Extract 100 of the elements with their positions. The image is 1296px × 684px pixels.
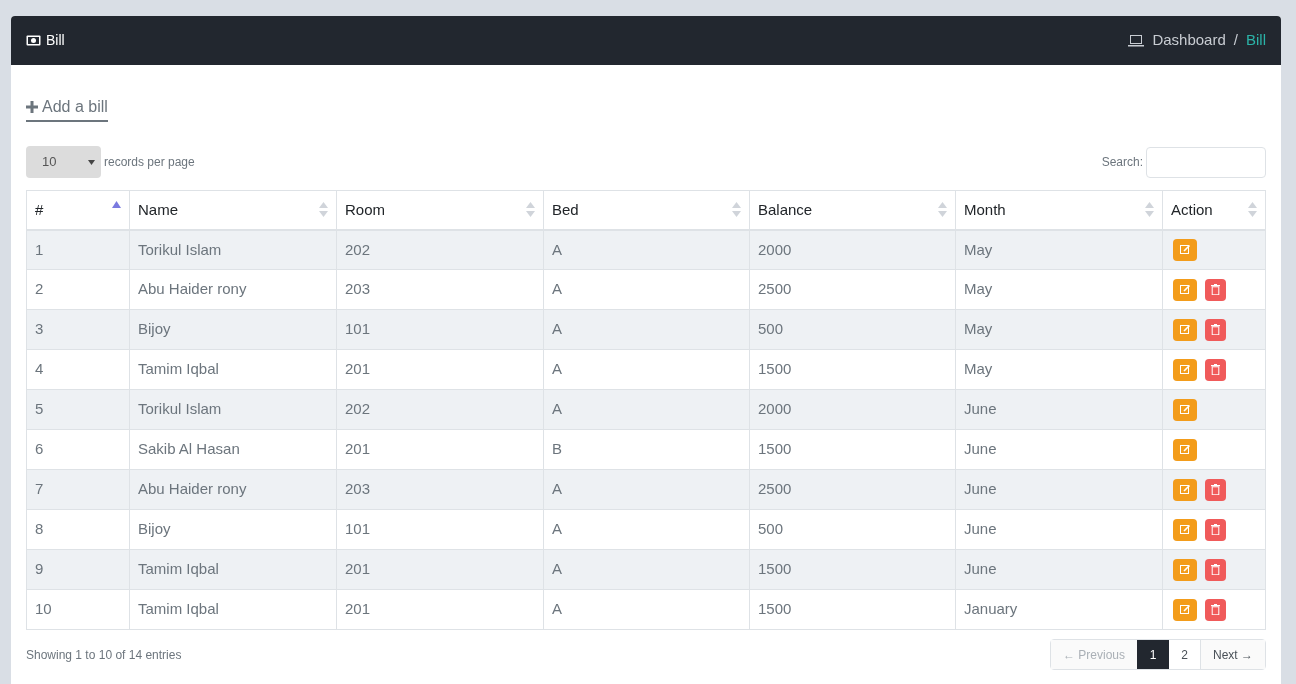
table-cell: June — [955, 429, 1163, 470]
delete-button[interactable] — [1205, 318, 1226, 341]
table-cell: A — [543, 509, 750, 550]
table-cell: 2000 — [749, 389, 956, 430]
table-cell: 201 — [336, 589, 544, 630]
table-cell: 202 — [336, 389, 544, 430]
table-cell: June — [955, 389, 1163, 430]
table-cell: 201 — [336, 549, 544, 590]
page-size-label: records per page — [104, 154, 195, 171]
table-cell: 8 — [26, 509, 130, 550]
table-cell: 9 — [26, 549, 130, 590]
delete-button[interactable] — [1205, 358, 1226, 381]
edit-icon — [1179, 604, 1191, 615]
column-header[interactable]: Name — [129, 190, 337, 230]
caret-icon — [88, 159, 95, 165]
table-cell: A — [543, 229, 750, 270]
breadcrumb-link[interactable]: Dashboard — [1152, 29, 1226, 52]
column-header[interactable]: Month — [955, 190, 1163, 230]
column-header[interactable]: Action — [1162, 190, 1266, 230]
page-size-select[interactable]: 10 — [26, 146, 101, 178]
table-cell: 2500 — [749, 269, 956, 310]
edit-icon — [1179, 444, 1191, 455]
edit-button[interactable] — [1173, 518, 1197, 541]
table-cell: June — [955, 469, 1163, 510]
edit-icon — [1179, 324, 1191, 335]
page-title: Bill — [46, 31, 65, 50]
edit-icon — [1179, 484, 1191, 495]
trash-icon — [1211, 564, 1220, 575]
edit-icon — [1179, 564, 1191, 575]
table-cell: 101 — [336, 309, 544, 350]
table-cell: 5 — [26, 389, 130, 430]
breadcrumb-link[interactable]: Bill — [1246, 29, 1266, 52]
column-header[interactable]: Room — [336, 190, 544, 230]
table-cell: 1500 — [749, 429, 956, 470]
table-cell: Tamim Iqbal — [129, 589, 337, 630]
table-cell: 6 — [26, 429, 130, 470]
table-cell: June — [955, 509, 1163, 550]
edit-button[interactable] — [1173, 278, 1197, 301]
table-cell: 500 — [749, 509, 956, 550]
table-cell: 3 — [26, 309, 130, 350]
table-cell: Abu Haider rony — [129, 269, 337, 310]
table-cell: January — [955, 589, 1163, 630]
delete-button[interactable] — [1205, 278, 1226, 301]
trash-icon — [1211, 484, 1220, 495]
add-bill-link[interactable]: Add a bill — [26, 95, 108, 122]
table-cell: 201 — [336, 349, 544, 390]
search-field[interactable] — [1146, 146, 1266, 178]
column-header[interactable]: # — [26, 190, 130, 230]
table-cell: Bijoy — [129, 309, 337, 350]
table-cell: Tamim Iqbal — [129, 349, 337, 390]
delete-button[interactable] — [1205, 478, 1226, 501]
edit-icon — [1179, 364, 1191, 375]
edit-button[interactable] — [1173, 238, 1197, 261]
table-cell: June — [955, 549, 1163, 590]
edit-button[interactable] — [1173, 558, 1197, 581]
table-cell: A — [543, 349, 750, 390]
banknote-icon — [26, 35, 41, 46]
table-cell: 202 — [336, 229, 544, 270]
table-cell: May — [955, 309, 1163, 350]
entries-info: Showing 1 to 10 of 14 entries — [26, 646, 182, 664]
column-header[interactable]: Balance — [749, 190, 956, 230]
table-cell: May — [955, 349, 1163, 390]
table-cell: 4 — [26, 349, 130, 390]
delete-button[interactable] — [1205, 518, 1226, 541]
trash-icon — [1211, 524, 1220, 535]
edit-button[interactable] — [1173, 438, 1197, 461]
delete-button[interactable] — [1205, 598, 1226, 621]
table-cell: 1500 — [749, 549, 956, 590]
trash-icon — [1211, 284, 1220, 295]
edit-button[interactable] — [1173, 398, 1197, 421]
edit-icon — [1179, 244, 1191, 256]
column-header[interactable]: Bed — [543, 190, 750, 230]
table-cell: 10 — [26, 589, 130, 630]
edit-icon — [1179, 524, 1191, 535]
next-button[interactable]: Next → — [1201, 640, 1265, 669]
table-cell: 2500 — [749, 469, 956, 510]
trash-icon — [1211, 324, 1220, 335]
page-button[interactable]: 1 — [1137, 640, 1169, 669]
table-cell: 2000 — [749, 229, 956, 270]
edit-button[interactable] — [1173, 478, 1197, 501]
table-cell: 1 — [26, 229, 130, 270]
edit-icon — [1179, 404, 1191, 415]
table-cell: 203 — [336, 469, 544, 510]
edit-button[interactable] — [1173, 318, 1197, 341]
edit-icon — [1179, 284, 1191, 295]
edit-button[interactable] — [1173, 358, 1197, 381]
search-label: Search: — [1101, 154, 1143, 171]
table-cell: A — [543, 309, 750, 350]
edit-button[interactable] — [1173, 598, 1197, 621]
table-cell: Abu Haider rony — [129, 469, 337, 510]
table-cell: May — [955, 229, 1163, 270]
plus-icon — [26, 101, 38, 113]
table-cell: 201 — [336, 429, 544, 470]
table-cell: Bijoy — [129, 509, 337, 550]
table-cell: Torikul Islam — [129, 389, 337, 430]
table-cell: Sakib Al Hasan — [129, 429, 337, 470]
delete-button[interactable] — [1205, 558, 1226, 581]
table-cell: Torikul Islam — [129, 229, 337, 270]
trash-icon — [1211, 364, 1220, 375]
table-cell: 1500 — [749, 589, 956, 630]
